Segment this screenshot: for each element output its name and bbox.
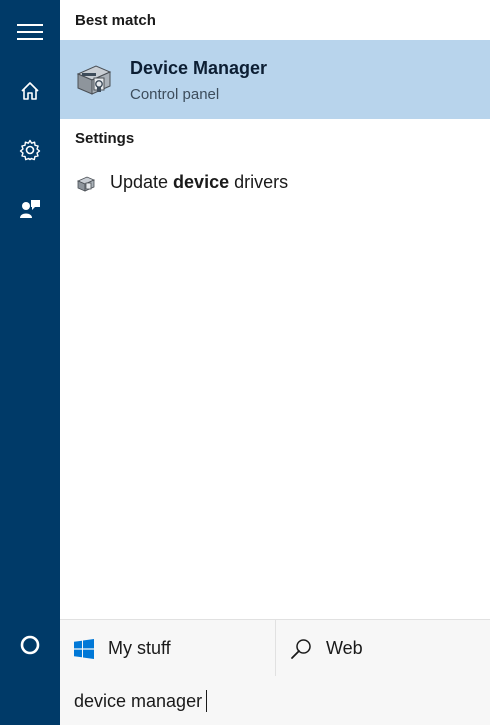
gear-icon [19,139,41,161]
best-match-header: Best match [75,12,156,29]
menu-button[interactable] [0,4,60,60]
device-manager-icon [76,174,96,194]
text-caret [206,690,207,712]
best-match-result[interactable]: Device Manager Control panel [60,40,490,119]
best-match-subtitle: Control panel [130,86,220,103]
search-box [60,676,490,725]
settings-header: Settings [75,130,135,147]
web-label: Web [326,638,363,658]
sidebar [0,0,60,725]
feedback-icon [20,200,40,218]
search-results-panel: Best match Device Manager Control panel … [60,0,490,725]
setting-result-update-device-drivers[interactable]: Update device drivers [60,164,490,202]
my-stuff-tab[interactable]: My stuff [74,620,171,677]
device-manager-icon [74,60,114,100]
my-stuff-label: My stuff [108,638,171,658]
best-match-title: Device Manager [130,58,268,78]
search-icon [291,638,311,659]
tab-divider [275,620,276,677]
windows-logo-icon [74,638,94,659]
cortana-button[interactable] [0,617,60,673]
settings-button[interactable] [0,122,60,178]
setting-label-suffix: drivers [229,172,289,192]
cortana-circle-icon [20,635,40,655]
setting-result-label: Update device drivers [110,172,288,193]
search-scope-bar: My stuff Web [60,619,490,677]
setting-label-highlight: device [173,172,230,192]
hamburger-menu-icon [17,24,43,40]
feedback-button[interactable] [0,181,60,237]
web-tab[interactable]: Web [290,620,363,677]
setting-label-prefix: Update [110,172,174,192]
search-input[interactable] [74,686,474,716]
home-icon [21,82,39,100]
home-button[interactable] [0,63,60,119]
